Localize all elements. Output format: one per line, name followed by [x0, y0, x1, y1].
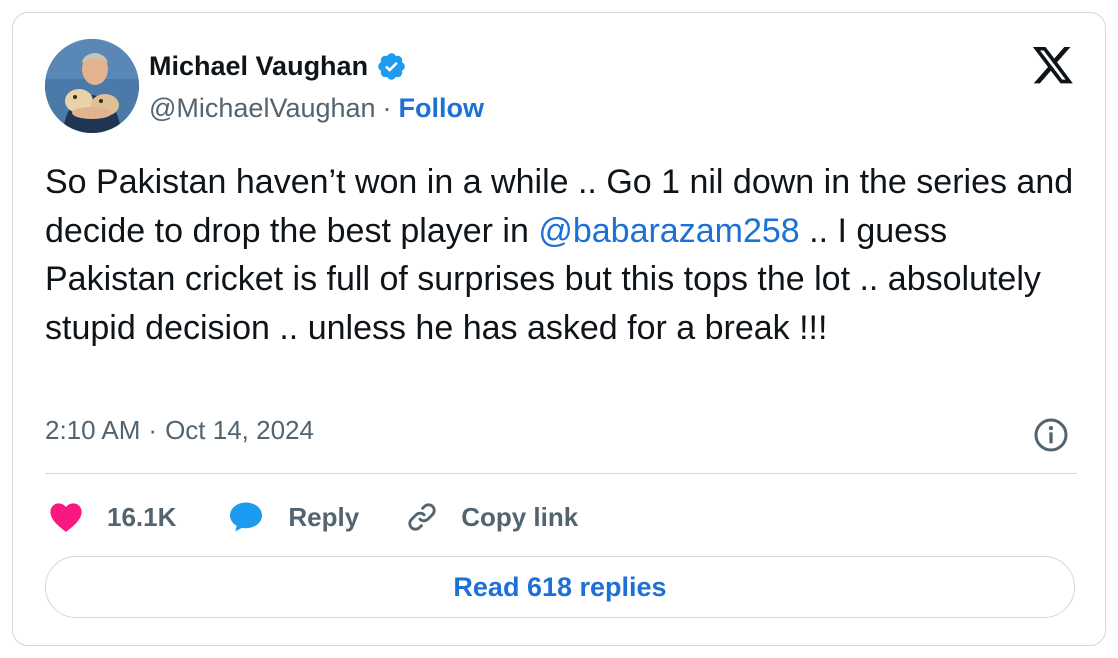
tweet-timestamp[interactable]: 2:10 AM · Oct 14, 2024: [45, 415, 314, 446]
info-icon[interactable]: [1033, 417, 1069, 453]
read-replies-button[interactable]: Read 618 replies: [45, 556, 1075, 618]
read-replies-label: Read 618 replies: [453, 571, 667, 602]
verified-badge-icon: [378, 52, 405, 80]
avatar[interactable]: [45, 39, 139, 133]
like-count: 16.1K: [107, 501, 177, 532]
reply-button[interactable]: Reply: [228, 501, 359, 533]
link-icon: [408, 503, 436, 531]
copy-link-label: Copy link: [461, 501, 579, 532]
author-name-row: Michael Vaughan: [149, 49, 407, 83]
tweet-date: Oct 14, 2024: [165, 415, 314, 445]
reply-label: Reply: [288, 501, 360, 532]
author-name[interactable]: Michael Vaughan: [149, 51, 368, 82]
heart-icon: [50, 503, 82, 533]
copy-link-button[interactable]: Copy link: [405, 500, 578, 534]
author-handle-row: @MichaelVaughan · Follow: [149, 91, 484, 125]
like-button[interactable]: 16.1K: [49, 501, 176, 533]
tweet-text: So Pakistan haven’t won in a while .. Go…: [45, 158, 1085, 352]
speech-bubble-icon: [230, 502, 263, 532]
x-logo-icon[interactable]: [1031, 47, 1075, 87]
avatar-photo: [45, 39, 139, 133]
author-handle[interactable]: @MichaelVaughan: [149, 93, 376, 124]
mention-link[interactable]: @babarazam258: [538, 212, 799, 250]
separator-dot: ·: [382, 92, 392, 123]
divider: [45, 473, 1077, 474]
action-bar: 16.1K Reply Copy link: [49, 495, 578, 539]
tweet-time: 2:10 AM: [45, 415, 141, 445]
timestamp-separator: ·: [148, 415, 158, 445]
follow-link[interactable]: Follow: [399, 93, 484, 124]
tweet-embed-card: Michael Vaughan @MichaelVaughan · Follow…: [12, 12, 1106, 646]
